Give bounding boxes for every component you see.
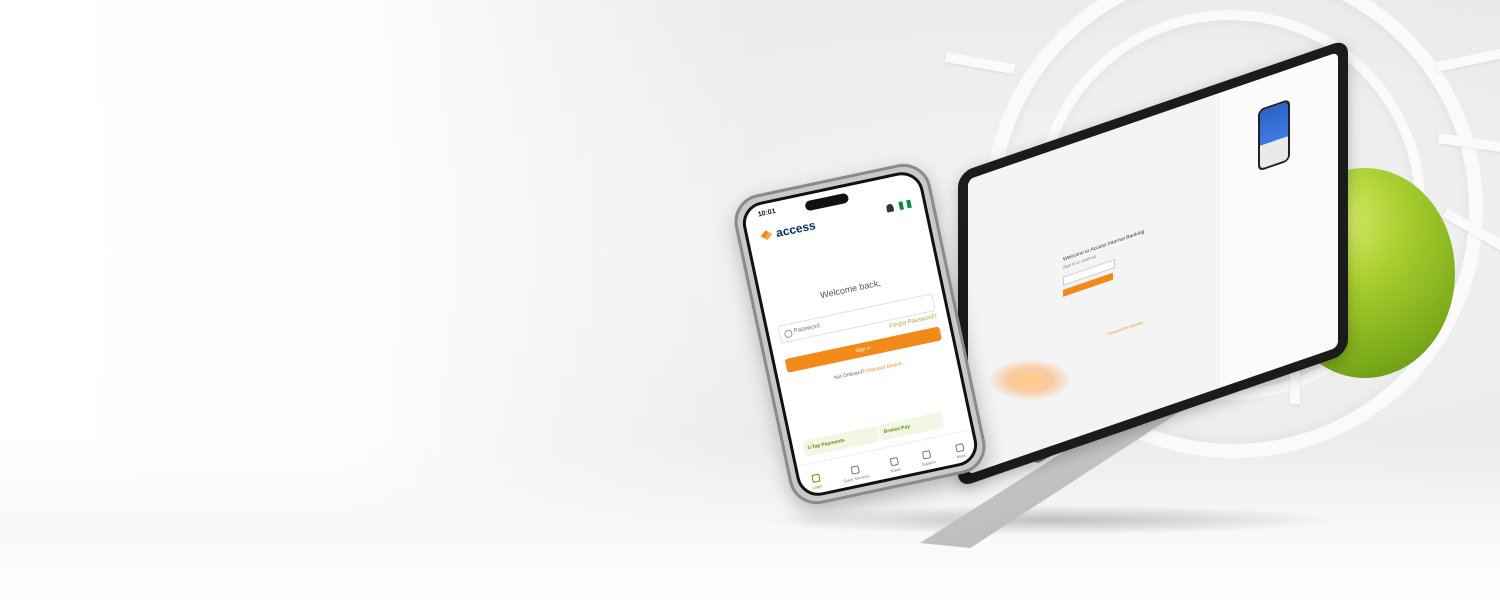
laptop-footer: Powered by Access (1108, 319, 1143, 337)
laptop-lid: Welcome to Access Internet Banking Sign … (958, 38, 1348, 489)
hero-scene: Welcome to Access Internet Banking Sign … (0, 0, 1500, 607)
tab-label: Support (921, 459, 937, 467)
nigeria-flag-icon[interactable] (898, 199, 912, 210)
services-icon (849, 465, 860, 475)
light-flare (990, 360, 1070, 400)
laptop-promo-pane (1219, 52, 1338, 388)
tab-rates[interactable]: Rates (888, 456, 902, 474)
brand-name: access (774, 218, 817, 241)
tab-login[interactable]: Login (810, 473, 823, 490)
more-icon (954, 443, 965, 453)
bell-icon[interactable] (885, 203, 895, 213)
password-placeholder: Password (793, 323, 821, 335)
rates-icon (889, 456, 899, 467)
tab-label: Quick Services (842, 473, 871, 484)
support-icon (922, 449, 932, 460)
onboard-text: Not Onboard? (833, 368, 866, 382)
tab-quick-services[interactable]: Quick Services (841, 463, 871, 484)
laptop-login-pane: Welcome to Access Internet Banking Sign … (968, 92, 1220, 475)
tab-more[interactable]: More (954, 443, 966, 460)
laptop: Welcome to Access Internet Banking Sign … (920, 38, 1348, 548)
tab-label: More (956, 452, 967, 460)
laptop-login-title: Welcome to Access Internet Banking (1063, 228, 1145, 263)
ring-spoke (1434, 47, 1500, 73)
onboard-device-link[interactable]: Onboard Device (866, 361, 903, 374)
tab-label: Login (812, 483, 823, 491)
access-logo-icon (760, 229, 774, 241)
lock-icon (783, 329, 794, 339)
dynamic-island (804, 192, 850, 212)
login-icon (810, 473, 821, 484)
tab-label: Rates (890, 466, 902, 474)
tab-support[interactable]: Support (919, 449, 936, 467)
promo-phone-image (1257, 98, 1290, 172)
laptop-screen: Welcome to Access Internet Banking Sign … (968, 52, 1338, 475)
status-time: 10:01 (757, 207, 777, 219)
brand-logo: access (759, 218, 817, 243)
